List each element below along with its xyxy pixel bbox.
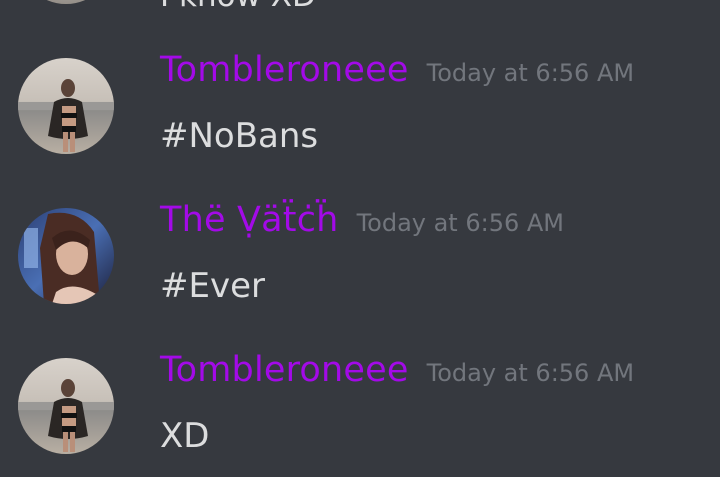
- message-group: Thë Ṿäẗċḧ Today at 6:56 AM #Ever: [0, 200, 720, 320]
- username[interactable]: Thë Ṿäẗċḧ: [160, 200, 339, 240]
- timestamp: Today at 6:56 AM: [426, 359, 635, 387]
- username[interactable]: Tombleroneee: [160, 50, 409, 90]
- avatar[interactable]: [18, 358, 114, 454]
- timestamp: Today at 6:56 AM: [356, 209, 564, 237]
- message-header: Tombleroneee Today at 6:56 AM: [160, 350, 634, 390]
- message-header: Tombleroneee Today at 6:56 AM: [160, 50, 634, 90]
- message-content: #Ever: [160, 266, 265, 306]
- message-content: #NoBans: [160, 116, 319, 156]
- timestamp: Today at 6:56 AM: [426, 59, 635, 87]
- portrait-photo-avatar-icon: [18, 208, 114, 304]
- message-group: Tombleroneee Today at 6:56 AM XD: [0, 350, 720, 470]
- message-content: I know XD: [160, 0, 316, 14]
- beach-photo-avatar-icon: [18, 358, 114, 454]
- beach-photo-avatar-icon: [18, 58, 114, 154]
- username[interactable]: Tombleroneee: [160, 350, 409, 390]
- message-content: XD: [160, 416, 210, 456]
- message-header: Thë Ṿäẗċḧ Today at 6:56 AM: [160, 200, 564, 240]
- avatar[interactable]: [18, 208, 114, 304]
- message-group: Tombleroneee Today at 6:56 AM #NoBans: [0, 50, 720, 170]
- avatar[interactable]: [18, 0, 114, 4]
- chat-messages: I know XD: [0, 0, 720, 477]
- avatar[interactable]: [18, 58, 114, 154]
